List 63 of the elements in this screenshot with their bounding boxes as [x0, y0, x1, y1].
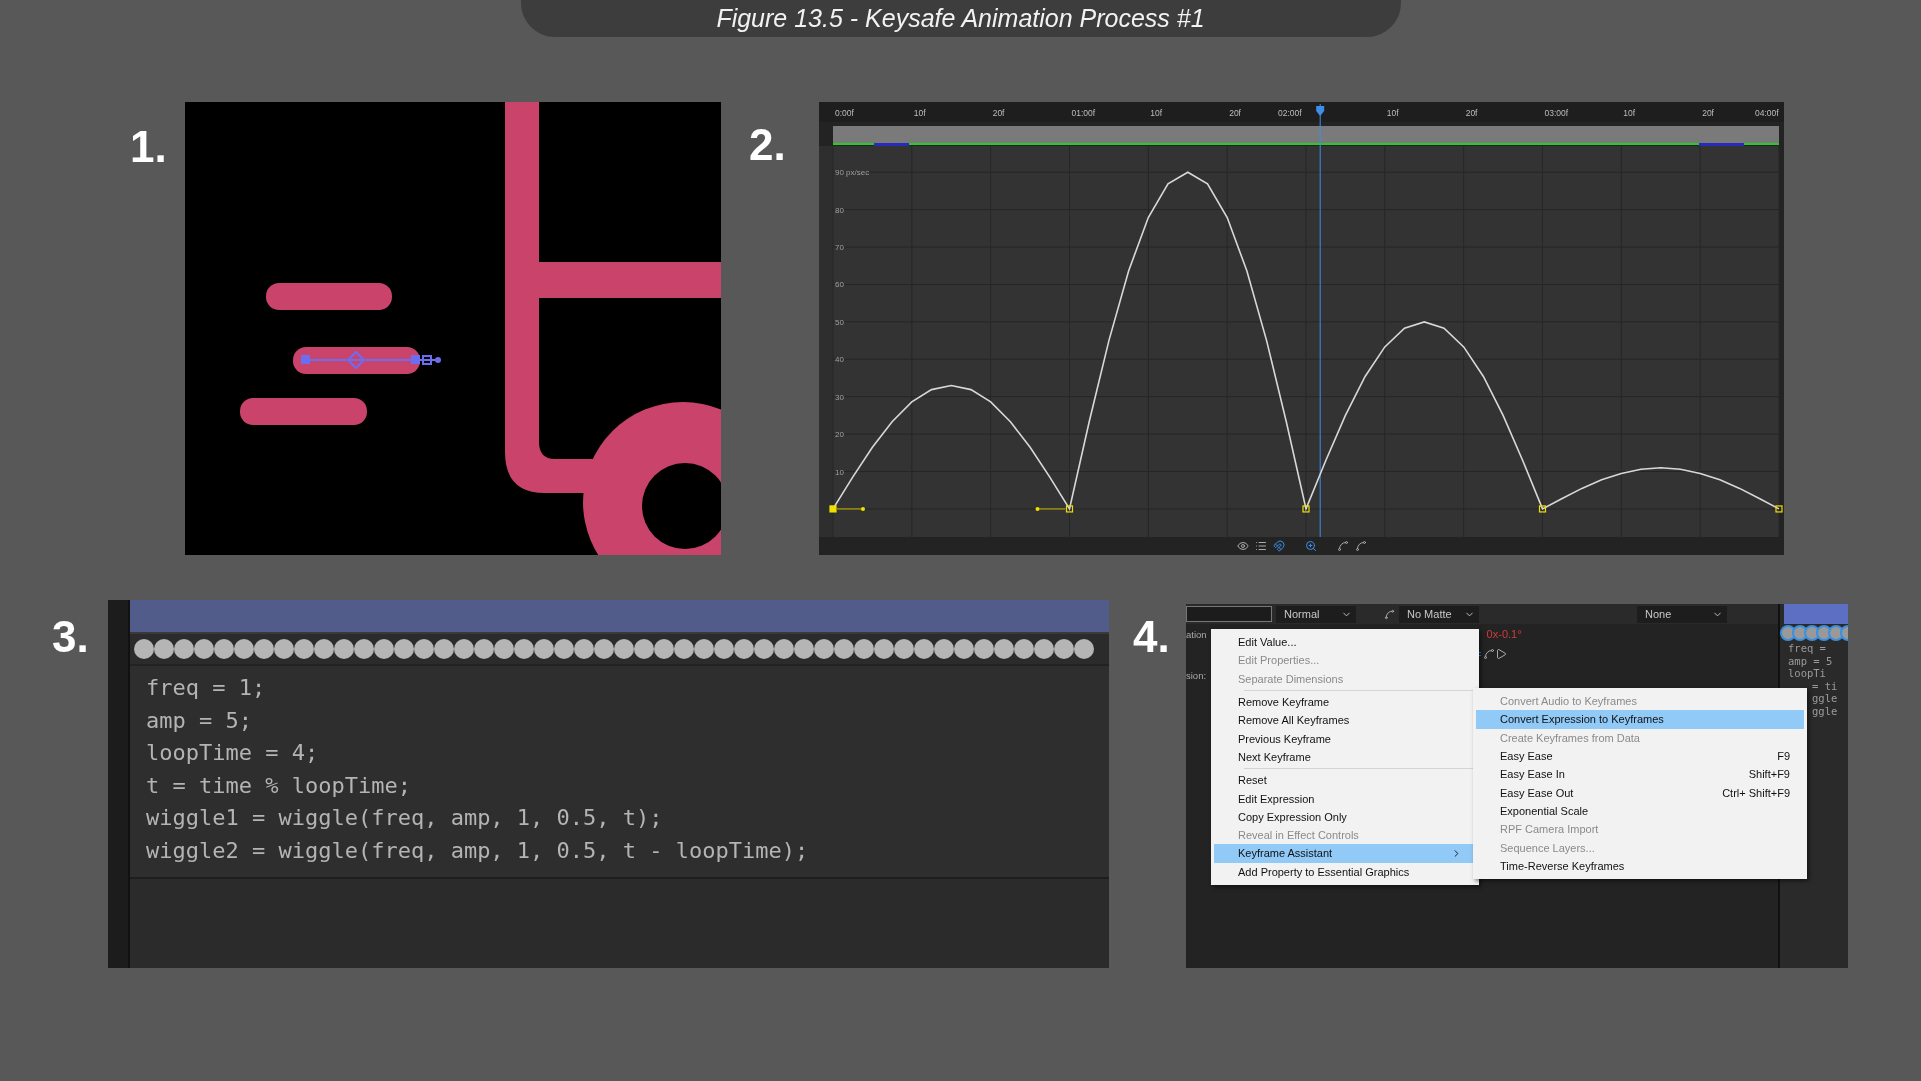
- time-tick-label: 10f: [1150, 108, 1163, 118]
- blend-mode-dropdown[interactable]: Normal: [1276, 605, 1356, 623]
- shortcut-label: F9: [1777, 750, 1790, 763]
- code-line: freq = 1;: [146, 674, 266, 702]
- code-line: wiggle2 = wiggle(freq, amp, 1, 0.5, t - loopTime);: [146, 836, 809, 865]
- code-line: amp = 5: [1788, 654, 1833, 667]
- axis-tick-label: 20: [835, 430, 844, 440]
- menu-item[interactable]: Copy Expression Only: [1214, 807, 1476, 826]
- panel-number: 3.: [52, 612, 90, 662]
- time-tick-label: 01:00f: [1071, 108, 1096, 118]
- menu-item[interactable]: Remove All Keyframes: [1214, 711, 1476, 730]
- time-tick-label: 04:00f: [1755, 108, 1779, 118]
- code-line: freq =: [1788, 642, 1826, 655]
- menu-item[interactable]: Easy Ease In Shift+F9: [1476, 765, 1804, 784]
- axis-tick-label: 30: [835, 392, 844, 402]
- code-line: ggle: [1812, 692, 1838, 705]
- menu-item[interactable]: Add Property to Essential Graphics: [1214, 862, 1476, 881]
- code-line: ggle: [1812, 704, 1838, 717]
- time-tick-label: 20f: [1229, 108, 1241, 118]
- panel-number: 1.: [130, 122, 168, 172]
- time-tick-label: 10f: [913, 108, 926, 118]
- code-line: loopTime = 4;: [146, 739, 319, 767]
- axis-tick-label: 40: [835, 355, 844, 365]
- menu-item[interactable]: Easy Ease Out Ctrl+ Shift+F9: [1476, 783, 1804, 802]
- code-line: t = time % loopTime;: [146, 771, 411, 800]
- time-tick-label: 20f: [992, 108, 1005, 118]
- time-tick-label: 0:00f: [835, 108, 854, 118]
- time-tick-label: 10f: [1623, 108, 1636, 118]
- shortcut-label: Shift+F9: [1748, 768, 1790, 781]
- axis-tick-label: 10: [835, 467, 844, 477]
- time-tick-label: 20f: [1702, 108, 1714, 118]
- figure-title: Figure 13.5 - Keysafe Animation Process #1: [716, 4, 1205, 33]
- axis-tick-label: 80: [835, 205, 844, 215]
- code-line: amp = 5;: [146, 706, 252, 735]
- menu-item[interactable]: Reset: [1214, 771, 1476, 790]
- menu-item[interactable]: Edit Expression: [1214, 789, 1476, 808]
- menu-item[interactable]: Convert Expression to Keyframes: [1476, 710, 1804, 729]
- track-matte-dropdown[interactable]: No Matte: [1399, 605, 1479, 623]
- property-label: ation: [1186, 628, 1207, 640]
- menu-item[interactable]: Remove Keyframe: [1214, 692, 1476, 712]
- property-label: sion:: [1186, 669, 1207, 681]
- panel-number: 4.: [1133, 612, 1171, 662]
- axis-tick-label: 50: [835, 317, 844, 327]
- menu-item[interactable]: Keyframe Assistant: [1214, 844, 1476, 863]
- axis-tick-label: 70: [835, 243, 844, 252]
- axis-tick-label: 90 px/sec: [835, 168, 870, 178]
- time-tick-label: 20f: [1465, 108, 1478, 118]
- menu-item[interactable]: Edit Value...: [1214, 633, 1476, 652]
- axis-tick-label: 60: [835, 280, 844, 290]
- parent-dropdown[interactable]: None: [1637, 605, 1727, 623]
- shortcut-label: Ctrl+ Shift+F9: [1722, 786, 1790, 799]
- menu-item[interactable]: Time-Reverse Keyframes: [1476, 856, 1804, 875]
- menu-item[interactable]: Next Keyframe: [1214, 747, 1476, 767]
- code-line: wiggle1 = wiggle(freq, amp, 1, 0.5, t);: [146, 804, 663, 832]
- time-tick-label: 03:00f: [1544, 108, 1569, 118]
- code-line: loopTi: [1788, 667, 1826, 680]
- code-line: = ti: [1812, 679, 1838, 692]
- panel-number: 2.: [749, 120, 787, 170]
- menu-item[interactable]: Exponential Scale: [1476, 801, 1804, 821]
- menu-item[interactable]: Previous Keyframe: [1214, 729, 1476, 748]
- menu-item[interactable]: Easy Ease F9: [1476, 746, 1804, 766]
- time-tick-label: 10f: [1386, 108, 1399, 118]
- time-tick-label: 02:00f: [1278, 108, 1302, 118]
